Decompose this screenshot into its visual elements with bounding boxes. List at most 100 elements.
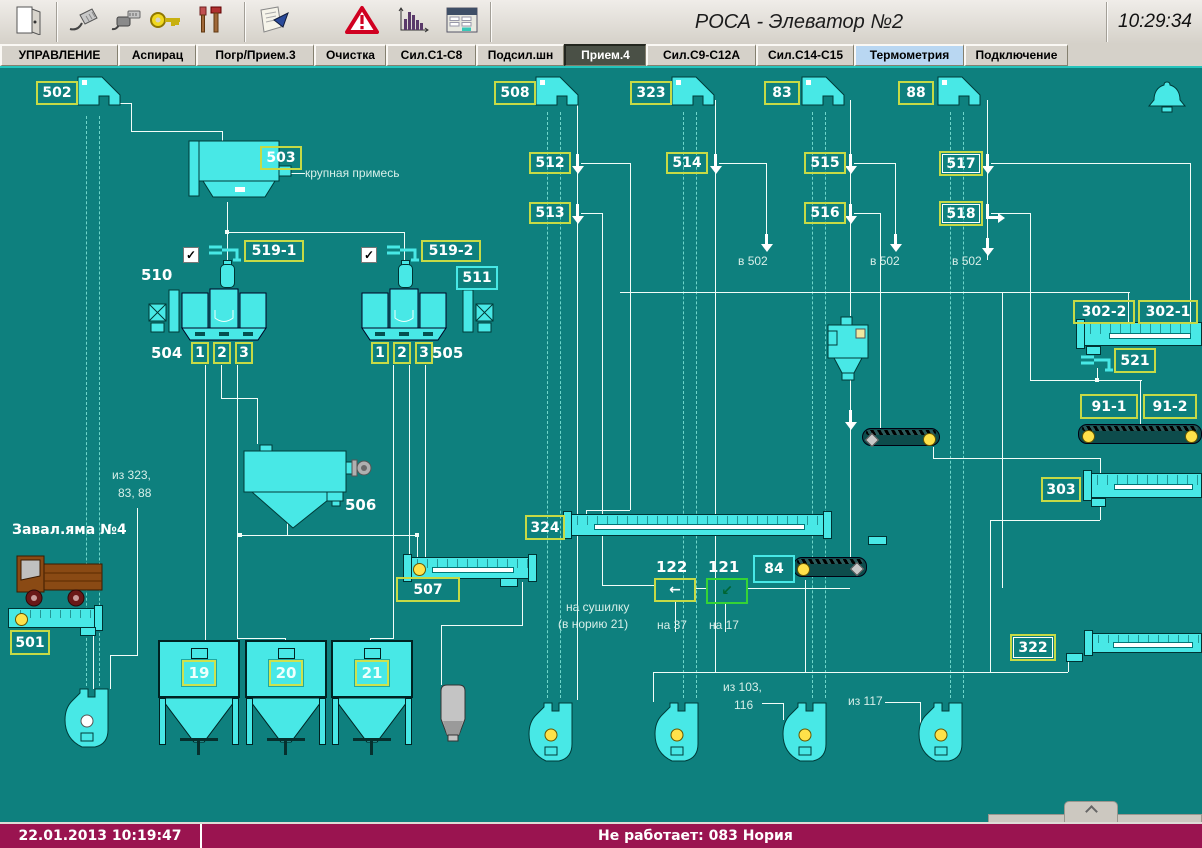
flow-arrow: [894, 234, 897, 244]
outlet-505-1[interactable]: 1: [371, 342, 389, 364]
label-512[interactable]: 512: [529, 152, 571, 174]
silo-leg: [319, 698, 326, 745]
pipe: [257, 398, 258, 444]
note-from-norias-2: 83, 88: [118, 486, 151, 500]
connection-button[interactable]: [62, 3, 106, 41]
conveyor-outlet: [500, 578, 518, 587]
tab-termometria[interactable]: Термометрия: [854, 44, 964, 66]
label-324[interactable]: 324: [525, 515, 565, 540]
aspiration-checkbox-1[interactable]: ✓: [183, 247, 199, 263]
label-501[interactable]: 501: [10, 630, 50, 655]
tab-aspirac[interactable]: Аспирац: [118, 44, 196, 66]
label-323[interactable]: 323: [630, 81, 672, 105]
pipe: [1002, 292, 1003, 588]
outlet-505-2[interactable]: 2: [393, 342, 411, 364]
journal-button[interactable]: [252, 3, 296, 41]
label-502[interactable]: 502: [36, 81, 78, 105]
label-508[interactable]: 508: [494, 81, 536, 105]
key-icon: [149, 8, 183, 37]
alarms-button[interactable]: [340, 3, 384, 41]
tab-ochistka[interactable]: Очистка: [314, 44, 386, 66]
label-83[interactable]: 83: [764, 81, 800, 105]
label-84[interactable]: 84: [753, 555, 795, 583]
tab-priem4[interactable]: Прием.4: [564, 44, 646, 66]
tab-upravlenie[interactable]: УПРАВЛЕНИЕ: [0, 44, 118, 66]
silo-20-label[interactable]: 20: [269, 660, 303, 686]
silo-21-label[interactable]: 21: [355, 660, 389, 686]
label-519-2[interactable]: 519-2: [421, 240, 481, 262]
label-91-1[interactable]: 91-1: [1080, 394, 1138, 419]
tab-sil-c1-c8[interactable]: Сил.С1-С8: [386, 44, 476, 66]
settings-button[interactable]: [188, 3, 232, 41]
conveyor-outlet: [868, 536, 887, 545]
label-515[interactable]: 515: [804, 152, 846, 174]
note-to-17: на 17: [709, 618, 739, 632]
label-510: 510: [141, 266, 172, 284]
access-button[interactable]: [144, 3, 188, 41]
label-322[interactable]: 322: [1010, 634, 1056, 661]
label-514[interactable]: 514: [666, 152, 708, 174]
route-122-box[interactable]: ←: [654, 578, 696, 602]
label-505: 505: [432, 344, 463, 362]
flow-arrow: [849, 410, 852, 422]
journal-ack-icon: [257, 5, 291, 40]
chart-icon: [397, 6, 431, 39]
outlet-504-3[interactable]: 3: [235, 342, 253, 364]
drive-indicator: [1185, 430, 1198, 443]
outlet-504-1[interactable]: 1: [191, 342, 209, 364]
pipe: [990, 520, 1100, 521]
conveyor-screw: [432, 567, 514, 573]
pipe: [425, 365, 426, 558]
label-303[interactable]: 303: [1041, 477, 1081, 502]
noria-head-323: [670, 76, 716, 115]
tab-podkluchenie[interactable]: Подключение: [964, 44, 1068, 66]
tab-podsil-shn[interactable]: Подсил.шн: [476, 44, 564, 66]
screen-tabbar: УПРАВЛЕНИЕ Аспирац Погр/Прием.3 Очистка …: [0, 44, 1202, 68]
aspiration-checkbox-2[interactable]: ✓: [361, 247, 377, 263]
tab-pogr-priem3[interactable]: Погр/Прием.3: [196, 44, 314, 66]
tab-sil-c14-c15[interactable]: Сил.С14-С15: [756, 44, 854, 66]
outlet-504-2[interactable]: 2: [213, 342, 231, 364]
feeder-510-icon: [146, 288, 182, 339]
noria-head-88: [936, 76, 982, 115]
route-121-box[interactable]: ↙: [706, 578, 748, 604]
label-521[interactable]: 521: [1114, 348, 1156, 373]
pipe: [237, 365, 238, 638]
pipe: [602, 585, 655, 586]
gate-arrow-512: [576, 154, 579, 166]
conveyor-324: [565, 514, 830, 536]
label-302-1[interactable]: 302-1: [1138, 300, 1198, 324]
tab-sil-c9-c12a[interactable]: Сил.С9-С12А: [646, 44, 756, 66]
label-518[interactable]: 518: [939, 201, 983, 226]
noria-leg: [560, 112, 561, 698]
gate-arrow-518: [986, 204, 999, 219]
trends-button[interactable]: [392, 3, 436, 41]
label-517[interactable]: 517: [939, 151, 983, 176]
conveyor-cap: [823, 511, 832, 539]
exit-button[interactable]: [6, 3, 50, 41]
scroll-up-tab[interactable]: [1064, 801, 1118, 822]
label-513[interactable]: 513: [529, 202, 571, 224]
flow-arrow: [986, 238, 989, 248]
label-511[interactable]: 511: [456, 266, 498, 290]
programmer-button[interactable]: [104, 3, 148, 41]
label-302-2[interactable]: 302-2: [1073, 300, 1135, 324]
conveyor-302: [1078, 322, 1202, 346]
silo-19-label[interactable]: 19: [182, 660, 216, 686]
outlet-505-3[interactable]: 3: [415, 342, 433, 364]
drive-indicator: [1082, 430, 1095, 443]
label-516[interactable]: 516: [804, 202, 846, 224]
pipe: [409, 365, 410, 558]
noria-leg: [825, 112, 826, 698]
reports-button[interactable]: [440, 3, 484, 41]
gate-arrow-514: [714, 154, 717, 166]
label-519-1[interactable]: 519-1: [244, 240, 304, 262]
label-91-2[interactable]: 91-2: [1143, 394, 1197, 419]
label-503[interactable]: 503: [260, 146, 302, 170]
label-88[interactable]: 88: [898, 81, 934, 105]
label-pit: Завал.яма №4: [12, 522, 127, 538]
noria-head-508: [534, 76, 580, 115]
alarm-bell-icon[interactable]: [1146, 78, 1188, 123]
noria-leg: [812, 112, 813, 698]
label-507[interactable]: 507: [396, 577, 460, 602]
